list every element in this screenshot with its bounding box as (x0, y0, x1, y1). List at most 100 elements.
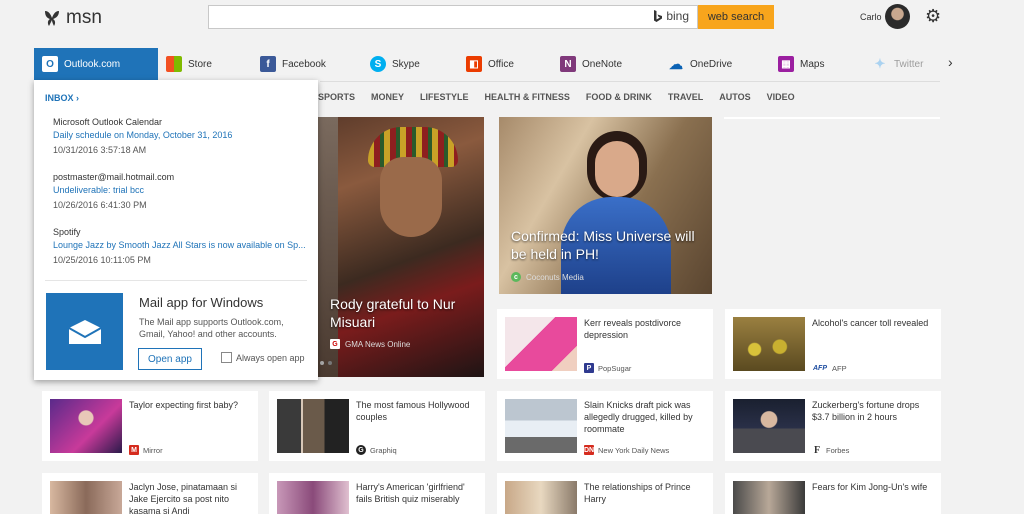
news-source: F Forbes (812, 444, 849, 456)
carousel-dots[interactable] (320, 361, 332, 365)
mail-date: 10/25/2016 10:11:05 PM (53, 255, 151, 265)
onenote-icon: N (560, 56, 576, 72)
app-label: Maps (800, 58, 825, 70)
nav-video[interactable]: VIDEO (767, 92, 795, 102)
news-source: DN New York Daily News (584, 445, 669, 455)
hero-face-2 (595, 141, 639, 197)
hero-source-label: GMA News Online (345, 339, 411, 349)
gma-icon: G (330, 339, 340, 349)
hero-caption: Confirmed: Miss Universe will be held in… (511, 228, 695, 262)
news-title: Kerr reveals postdivorce depression (584, 318, 682, 340)
news-card[interactable]: Fears for Kim Jong-Un's wife (725, 473, 941, 514)
mail-item[interactable]: postmaster@mail.hotmail.com Undeliverabl… (53, 171, 313, 212)
news-source-label: New York Daily News (598, 445, 670, 455)
mail-subject[interactable]: Lounge Jazz by Smooth Jazz All Stars is … (53, 239, 313, 252)
mail-app-tile[interactable] (46, 293, 123, 370)
hero-tile-rody[interactable]: Rody grateful to Nur Misuari G GMA News … (318, 117, 484, 377)
skype-icon: S (370, 56, 386, 72)
username[interactable]: Carlo (860, 12, 882, 22)
app-office[interactable]: ◧ Office (458, 48, 514, 80)
news-title: Jaclyn Jose, pinatamaan si Jake Ejercito… (129, 482, 238, 514)
mail-subject[interactable]: Daily schedule on Monday, October 31, 20… (53, 129, 313, 142)
graphiq-icon: G (356, 445, 366, 455)
news-card[interactable]: Kerr reveals postdivorce depression P Po… (497, 309, 713, 379)
avatar[interactable] (885, 4, 910, 29)
app-twitter[interactable]: ✦ Twitter (864, 48, 924, 80)
news-thumbnail (505, 481, 577, 514)
app-label: Facebook (282, 58, 326, 70)
search-input[interactable]: bing (208, 5, 698, 29)
news-source-label: Mirror (143, 445, 163, 455)
mirror-icon: M (129, 445, 139, 455)
inbox-link[interactable]: INBOX › (45, 93, 79, 103)
logo-text: msn (66, 7, 102, 28)
app-onenote[interactable]: N OneNote (552, 48, 622, 80)
news-card[interactable]: Alcohol's cancer toll revealed AFP AFP (725, 309, 941, 379)
news-card[interactable]: Slain Knicks draft pick was allegedly dr… (497, 391, 713, 461)
web-search-button[interactable]: web search (698, 5, 774, 29)
mail-from: Microsoft Outlook Calendar (53, 117, 163, 127)
news-source-label: Graphiq (370, 445, 397, 455)
mail-from: postmaster@mail.hotmail.com (53, 172, 175, 182)
app-onedrive[interactable]: ☁ OneDrive (660, 48, 732, 80)
open-app-button[interactable]: Open app (138, 348, 202, 370)
store-icon (166, 56, 182, 72)
mail-app-title: Mail app for Windows (139, 295, 264, 310)
nav-health-fitness[interactable]: HEALTH & FITNESS (485, 92, 570, 102)
app-outlook[interactable]: O Outlook.com (34, 48, 158, 80)
bing-label: bing (666, 9, 689, 23)
news-thumbnail (50, 399, 122, 453)
mail-item[interactable]: Spotify Lounge Jazz by Smooth Jazz All S… (53, 226, 313, 267)
news-source: AFP AFP (812, 363, 847, 373)
chevron-right-icon[interactable]: › (948, 54, 953, 70)
news-card[interactable]: Jaclyn Jose, pinatamaan si Jake Ejercito… (42, 473, 258, 514)
coconuts-icon: c (511, 272, 521, 282)
nav-food-drink[interactable]: FOOD & DRINK (586, 92, 652, 102)
butterfly-icon (45, 11, 59, 26)
news-title: Alcohol's cancer toll revealed (812, 318, 929, 328)
hero-source-label: Coconuts Media (526, 272, 584, 282)
news-card[interactable]: The relationships of Prince Harry (497, 473, 713, 514)
news-card[interactable]: Taylor expecting first baby? M Mirror (42, 391, 258, 461)
outlook-dropdown: INBOX › Microsoft Outlook Calendar Daily… (34, 80, 318, 380)
nav-sports[interactable]: SPORTS (318, 92, 355, 102)
category-nav: SPORTS MONEY LIFESTYLE HEALTH & FITNESS … (318, 92, 795, 102)
forbes-icon: F (813, 444, 821, 456)
inbox-label: INBOX (45, 93, 74, 103)
news-source-label: PopSugar (598, 363, 632, 373)
news-card[interactable]: Zuckerberg's fortune drops $3.7 billion … (725, 391, 941, 461)
nav-lifestyle[interactable]: LIFESTYLE (420, 92, 469, 102)
msn-logo[interactable]: msn (42, 7, 102, 29)
news-thumbnail (505, 317, 577, 371)
app-label: OneNote (582, 58, 623, 70)
bing-icon (654, 9, 663, 22)
mail-date: 10/31/2016 3:57:18 AM (53, 145, 147, 155)
news-card[interactable]: The most famous Hollywood couples G Grap… (269, 391, 485, 461)
news-card[interactable]: Harry's American 'girlfriend' fails Brit… (269, 473, 485, 514)
onedrive-icon: ☁ (669, 55, 683, 72)
envelope-icon (68, 319, 101, 344)
hero-tile-miss-universe[interactable]: Confirmed: Miss Universe will be held in… (499, 117, 712, 294)
office-icon: ◧ (466, 56, 482, 72)
news-source-label: AFP (832, 363, 847, 373)
app-skype[interactable]: S Skype (362, 48, 420, 80)
nav-autos[interactable]: AUTOS (719, 92, 750, 102)
news-thumbnail (50, 481, 122, 514)
app-store[interactable]: Store (158, 48, 212, 80)
gear-icon[interactable]: ⚙ (925, 6, 941, 27)
checkbox[interactable] (221, 352, 232, 363)
app-facebook[interactable]: f Facebook (252, 48, 326, 80)
app-maps[interactable]: ▦ Maps (770, 48, 824, 80)
news-title: Slain Knicks draft pick was allegedly dr… (584, 400, 693, 434)
mail-subject[interactable]: Undeliverable: trial bcc (53, 184, 313, 197)
hero-source: G GMA News Online (330, 339, 410, 349)
nav-travel[interactable]: TRAVEL (668, 92, 703, 102)
placeholder-tile (724, 117, 940, 119)
app-label: OneDrive (690, 58, 733, 70)
news-title: Taylor expecting first baby? (129, 400, 239, 410)
always-open-checkbox[interactable]: Always open app (221, 352, 305, 363)
always-open-label: Always open app (236, 352, 305, 363)
news-title: Zuckerberg's fortune drops $3.7 billion … (812, 400, 920, 422)
nav-money[interactable]: MONEY (371, 92, 404, 102)
mail-item[interactable]: Microsoft Outlook Calendar Daily schedul… (53, 116, 313, 157)
